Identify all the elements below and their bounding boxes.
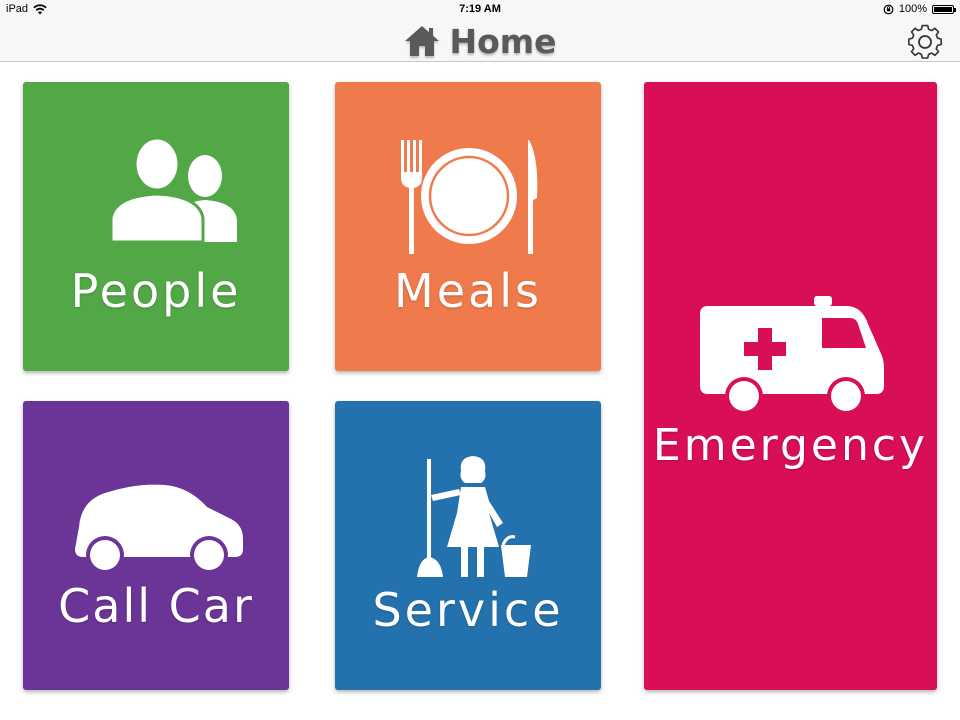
ambulance-icon — [700, 296, 884, 414]
battery-fill — [934, 6, 952, 12]
page-title-text: Home — [449, 21, 557, 61]
page-title: Home — [0, 20, 960, 62]
home-icon — [405, 26, 440, 56]
people-label: People — [70, 264, 242, 318]
maid-icon — [417, 456, 531, 577]
call-car-tile[interactable]: Call Car — [23, 401, 289, 690]
meals-label: Meals — [394, 264, 542, 318]
nav-bar: Home — [0, 20, 960, 62]
settings-button[interactable] — [906, 23, 944, 61]
meals-tile[interactable]: Meals — [335, 82, 601, 371]
emergency-label: Emergency — [652, 420, 929, 471]
battery-icon — [932, 4, 956, 14]
status-right: 100% — [883, 3, 956, 15]
emergency-tile[interactable]: Emergency — [644, 82, 937, 690]
orientation-lock-icon — [883, 4, 894, 14]
car-icon — [75, 484, 243, 574]
service-label: Service — [372, 583, 564, 637]
service-tile[interactable]: Service — [335, 401, 601, 690]
gear-icon — [907, 24, 943, 59]
status-time: 7:19 AM — [459, 3, 501, 15]
status-bar: iPad 7:19 AM 100% — [0, 0, 960, 20]
people-icon — [109, 138, 237, 242]
people-tile[interactable]: People — [23, 82, 289, 371]
plate-icon — [401, 140, 538, 254]
battery-percent: 100% — [898, 3, 927, 15]
call-car-label: Call Car — [58, 579, 254, 633]
